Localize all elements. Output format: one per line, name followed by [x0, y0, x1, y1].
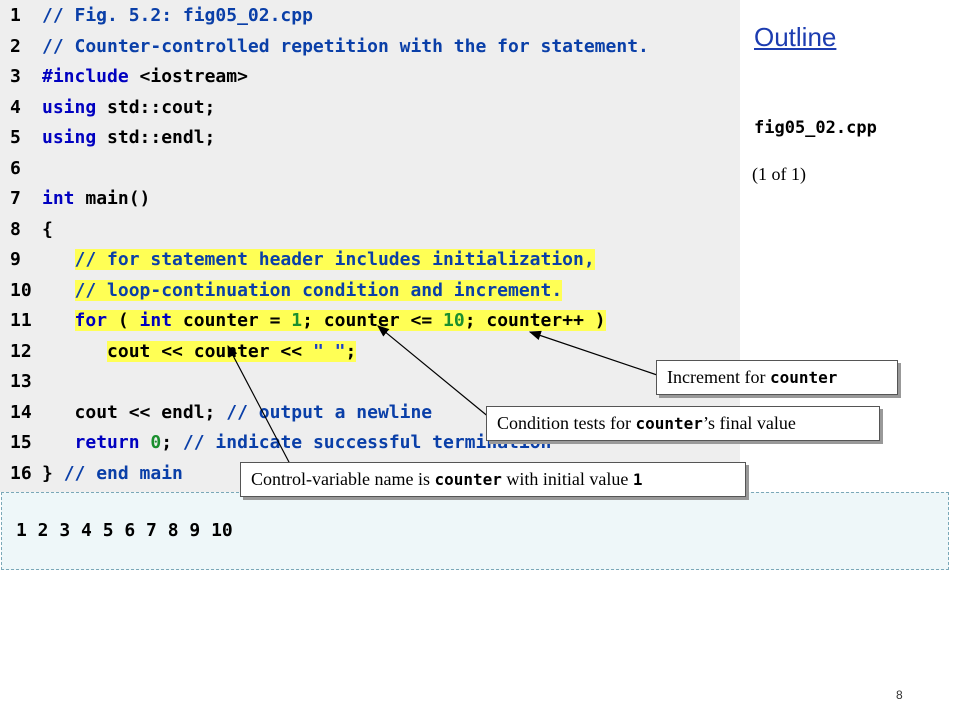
code-line: 7 int main(): [0, 183, 740, 214]
callout-control-code2: 1: [632, 470, 643, 489]
code-token: std::cout;: [96, 96, 216, 118]
code-token: 10: [443, 310, 465, 331]
code-text: int main(): [42, 183, 150, 214]
line-number: 11: [10, 310, 32, 331]
code-token: // Counter-controlled repetition with th…: [42, 35, 649, 57]
line-number: 13: [10, 371, 32, 392]
code-line: 3 #include <iostream>: [0, 61, 740, 92]
code-token: using: [42, 127, 97, 148]
code-token: ;: [161, 432, 183, 453]
file-name: fig05_02.cpp: [754, 118, 877, 138]
code-token: #include: [42, 66, 140, 87]
code-token: // for statement header includes initial…: [74, 249, 595, 270]
code-token: ; counter++ ): [464, 310, 606, 331]
code-token: main(): [74, 188, 151, 209]
line-number: 6: [10, 157, 21, 179]
code-token: cout << counter <<: [107, 340, 313, 362]
code-line: 4 using std::cout;: [0, 92, 740, 123]
callout-increment: Increment for counter: [656, 360, 898, 395]
code-token: return: [74, 432, 140, 453]
code-text: // Fig. 5.2: fig05_02.cpp: [42, 0, 313, 31]
callout-control-after: with initial value: [501, 469, 633, 489]
code-token: cout << endl;: [74, 401, 227, 423]
code-text: return 0; // indicate successful termina…: [42, 427, 552, 458]
line-number: 7: [10, 188, 21, 209]
code-token: ; counter <=: [302, 310, 444, 331]
line-number: 5: [10, 127, 21, 148]
line-number: 2: [10, 35, 21, 57]
code-token: // Fig. 5.2: fig05_02.cpp: [42, 5, 313, 26]
code-line: 10 // loop-continuation condition and in…: [0, 275, 740, 306]
code-token: 1: [291, 310, 303, 331]
line-number: 16: [10, 462, 32, 484]
callout-control-variable: Control-variable name is counter with in…: [240, 462, 746, 497]
code-text: cout << counter << " ";: [42, 336, 357, 367]
callout-control-text: Control-variable name is: [251, 469, 435, 489]
code-token: }: [42, 462, 64, 484]
code-token: 0: [150, 432, 162, 453]
line-number: 3: [10, 66, 21, 87]
code-line: 11 for ( int counter = 1; counter <= 10;…: [0, 305, 740, 336]
callout-condition-after: ’s final value: [702, 413, 796, 433]
outline-link[interactable]: Outline: [754, 22, 836, 53]
callout-increment-text: Increment for: [667, 367, 770, 387]
code-token: int: [42, 188, 75, 209]
code-text: cout << endl; // output a newline: [42, 397, 433, 428]
code-token: for: [74, 310, 108, 331]
code-line: 2 // Counter-controlled repetition with t…: [0, 31, 740, 62]
code-text: // for statement header includes initial…: [42, 244, 595, 275]
code-token: int: [139, 310, 173, 331]
code-line: 13: [0, 366, 740, 397]
page-indicator: (1 of 1): [752, 164, 806, 184]
code-text: {: [42, 214, 53, 245]
code-text: // loop-continuation condition and incre…: [42, 275, 563, 306]
code-token: // output a newline: [226, 401, 433, 423]
line-number: 14: [10, 401, 32, 423]
program-output: 1 2 3 4 5 6 7 8 9 10: [16, 520, 233, 541]
line-number: 4: [10, 96, 21, 118]
code-token: ;: [345, 340, 357, 362]
code-text: } // end main: [42, 458, 183, 489]
code-line: 1 // Fig. 5.2: fig05_02.cpp: [0, 0, 740, 31]
line-number: 12: [10, 340, 32, 362]
code-token: <iostream>: [139, 66, 248, 87]
callout-condition-text: Condition tests for: [497, 413, 636, 433]
code-token: // loop-continuation condition and incre…: [74, 279, 563, 301]
callout-condition-code: counter: [635, 414, 703, 433]
line-number: 8: [10, 218, 21, 240]
code-token: (: [107, 310, 140, 331]
callout-condition: Condition tests for counter’s final valu…: [486, 406, 880, 441]
code-line: 9 // for statement header includes initi…: [0, 244, 740, 275]
code-text: // Counter-controlled repetition with th…: [42, 31, 649, 62]
slide-number: 8: [896, 688, 903, 702]
code-line: 12 cout << counter << " ";: [0, 336, 740, 367]
code-token: counter =: [172, 310, 292, 331]
callout-control-code: counter: [434, 470, 502, 489]
code-text: #include <iostream>: [42, 61, 248, 92]
code-token: using: [42, 96, 97, 118]
line-number: 1: [10, 5, 21, 26]
line-number: 9: [10, 249, 21, 270]
code-line: 5 using std::endl;: [0, 122, 740, 153]
code-token: " ": [312, 340, 346, 362]
program-output-box: 1 2 3 4 5 6 7 8 9 10: [1, 492, 949, 570]
callout-increment-code: counter: [769, 368, 838, 387]
code-text: using std::endl;: [42, 122, 215, 153]
code-token: // end main: [63, 462, 183, 484]
code-text: using std::cout;: [42, 92, 215, 123]
line-number: 15: [10, 432, 32, 453]
code-token: std::endl;: [96, 127, 216, 148]
code-text: for ( int counter = 1; counter <= 10; co…: [42, 305, 606, 336]
code-token: {: [42, 218, 53, 240]
code-line: 6: [0, 153, 740, 184]
line-number: 10: [10, 279, 32, 301]
code-line: 8{: [0, 214, 740, 245]
